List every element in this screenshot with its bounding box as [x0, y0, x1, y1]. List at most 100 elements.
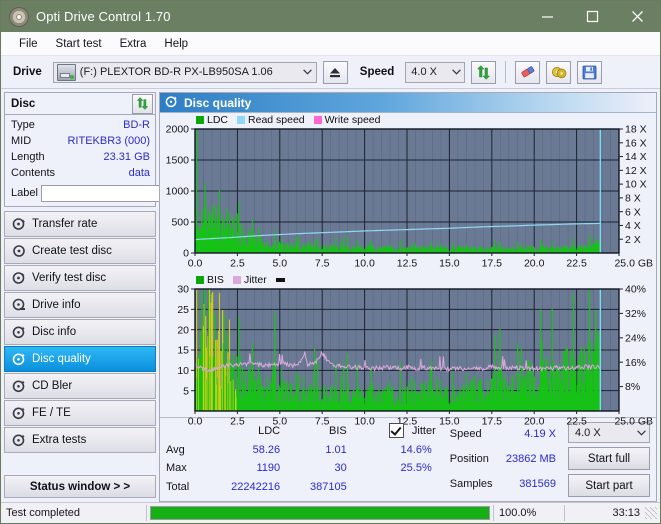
svg-text:15: 15: [177, 345, 189, 357]
disc-row-mid: MID RITEKBR3 (000): [11, 133, 150, 149]
stats-row-max-jitter: 25.5%: [400, 462, 432, 475]
menu-item-help[interactable]: Help: [155, 36, 197, 52]
minimize-button[interactable]: [525, 1, 570, 32]
svg-text:16%: 16%: [625, 357, 646, 369]
stats-table: LDC BIS Jitter Avg 58.26 1.01 14.6% Max …: [166, 422, 440, 497]
sidebar-item-drive-info[interactable]: Drive info: [4, 292, 156, 318]
disc-label-key: Label: [11, 187, 38, 199]
legend-swatch-write-speed: [313, 116, 322, 124]
chart-top[interactable]: 05001000150020002 X4 X6 X8 X10 X12 X14 X…: [160, 113, 657, 273]
speed-select[interactable]: 4.0 X: [405, 61, 466, 83]
save-button[interactable]: [577, 60, 603, 84]
refresh-icon: [136, 97, 149, 110]
sidebar-item-label: Verify test disc: [32, 272, 107, 284]
svg-text:2.5: 2.5: [230, 416, 245, 428]
drive-select-value: (F:) PLEXTOR BD-R PX-LB950SA 1.06: [79, 66, 273, 78]
app-window: Opti Drive Control 1.70 File Start test …: [0, 0, 661, 524]
svg-text:1000: 1000: [166, 186, 190, 198]
legend-label-ldc: LDC: [207, 114, 229, 126]
stats-row-avg-bis: 1.01: [325, 443, 347, 456]
legend-label-write-speed: Write speed: [324, 114, 381, 126]
svg-text:18 X: 18 X: [625, 124, 647, 136]
title-bar: Opti Drive Control 1.70: [1, 1, 660, 32]
svg-text:6 X: 6 X: [625, 206, 641, 218]
elapsed-time: 33:13: [612, 507, 640, 519]
stats-position-key: Position: [449, 453, 489, 465]
stats-row-avg-name: Avg: [166, 443, 185, 456]
sidebar-item-label: Transfer rate: [32, 218, 98, 230]
legend-swatch-marker: [275, 278, 285, 282]
svg-text:0.0: 0.0: [188, 258, 203, 270]
eject-button[interactable]: [322, 60, 348, 84]
disc-info-icon: [12, 325, 26, 339]
eject-icon: [330, 67, 341, 77]
stats-row-max-bis: 30: [334, 462, 347, 475]
panel-title: Disc quality: [184, 95, 252, 110]
tools-button[interactable]: [546, 60, 572, 84]
svg-text:32%: 32%: [625, 308, 646, 320]
status-message: Test completed: [6, 507, 80, 519]
status-window-button[interactable]: Status window > >: [4, 475, 156, 498]
jitter-checkbox[interactable]: [388, 423, 404, 439]
verify-disc-icon: [12, 271, 26, 285]
sidebar: Disc Type BD-R MID RITEKBR3 (000) Length…: [1, 89, 243, 502]
svg-text:25.0 GB: 25.0 GB: [614, 416, 653, 428]
legend-swatch-ldc: [196, 116, 204, 124]
svg-text:17.5: 17.5: [482, 416, 503, 428]
sidebar-item-verify-test-disc[interactable]: Verify test disc: [4, 265, 156, 291]
create-disc-icon: [12, 244, 26, 258]
resize-grip[interactable]: [645, 507, 657, 519]
legend-swatch-bis: [196, 276, 204, 284]
window-title: Opti Drive Control 1.70: [36, 9, 171, 24]
legend-swatch-jitter: [232, 276, 241, 284]
sidebar-item-disc-quality[interactable]: Disc quality: [4, 346, 156, 372]
stats-row-total-bis: 387105: [310, 481, 347, 494]
chart-bottom[interactable]: 5 10 15 20 25 30 8% 16% 24% 32% 40% 0.0 2.5 5.0 7.5 10.…: [160, 273, 657, 431]
charts-container: LDC Read speed Write speed 0 500 1000 1500 2…: [160, 113, 657, 428]
disc-row-mid-key: MID: [11, 135, 32, 147]
svg-text:12.5: 12.5: [397, 258, 418, 270]
drive-select[interactable]: (F:) PLEXTOR BD-R PX-LB950SA 1.06: [52, 61, 317, 83]
svg-text:22.5: 22.5: [566, 416, 587, 428]
maximize-button[interactable]: [570, 1, 615, 32]
sidebar-item-disc-info[interactable]: Disc info: [4, 319, 156, 345]
erase-button[interactable]: [515, 60, 541, 84]
start-part-button[interactable]: Start part: [568, 474, 650, 497]
disc-row-contents: Contents data: [11, 165, 150, 181]
disc-row-length-key: Length: [11, 151, 45, 163]
svg-text:20: 20: [177, 324, 189, 336]
stats-row-total-jitter: [353, 478, 440, 497]
sidebar-item-label: FE / TE: [32, 407, 71, 419]
refresh-button[interactable]: [471, 60, 497, 84]
chart-bottom-wrapper: BIS Jitter 5 10 15 20 25 30 8% 16% 24% 32% 40% 0.0 2…: [160, 273, 656, 431]
stats-right-row-samples: Samples 381569: [450, 472, 560, 497]
svg-text:17.5: 17.5: [482, 258, 503, 270]
sidebar-item-create-test-disc[interactable]: Create test disc: [4, 238, 156, 264]
disc-quality-icon: [12, 352, 26, 366]
svg-text:12 X: 12 X: [625, 165, 647, 177]
table-row: Avg 58.26 1.01 14.6%: [166, 441, 440, 460]
stats-right-table: Speed 4.19 X Position 23862 MB Samples 3…: [450, 422, 560, 497]
disc-refresh-button[interactable]: [132, 93, 153, 114]
stats-position-value: 23862 MB: [505, 453, 556, 465]
stats-row-total-name: Total: [166, 481, 190, 494]
svg-text:0.0: 0.0: [188, 416, 203, 428]
start-full-button[interactable]: Start full: [568, 447, 650, 470]
menu-item-extra[interactable]: Extra: [111, 36, 156, 52]
status-bar: Test completed 100.0% 33:13: [1, 502, 660, 523]
close-button[interactable]: [615, 1, 660, 32]
menu-item-file[interactable]: File: [10, 36, 47, 52]
drive-label: Drive: [13, 66, 42, 78]
table-row: Total 22242216 387105: [166, 478, 440, 497]
transfer-rate-icon: [12, 217, 26, 231]
sidebar-item-fe-te[interactable]: FE / TE: [4, 400, 156, 426]
svg-text:25.0 GB: 25.0 GB: [614, 258, 653, 270]
menu-item-start-test[interactable]: Start test: [47, 36, 111, 52]
sidebar-item-extra-tests[interactable]: Extra tests: [4, 427, 156, 453]
sidebar-item-transfer-rate[interactable]: Transfer rate: [4, 211, 156, 237]
disc-quality-icon: [165, 95, 178, 111]
sidebar-item-label: CD Bler: [32, 380, 73, 392]
legend-label-bis: BIS: [207, 274, 224, 286]
svg-text:15.0: 15.0: [439, 416, 460, 428]
sidebar-item-cd-bler[interactable]: CD Bler: [4, 373, 156, 399]
